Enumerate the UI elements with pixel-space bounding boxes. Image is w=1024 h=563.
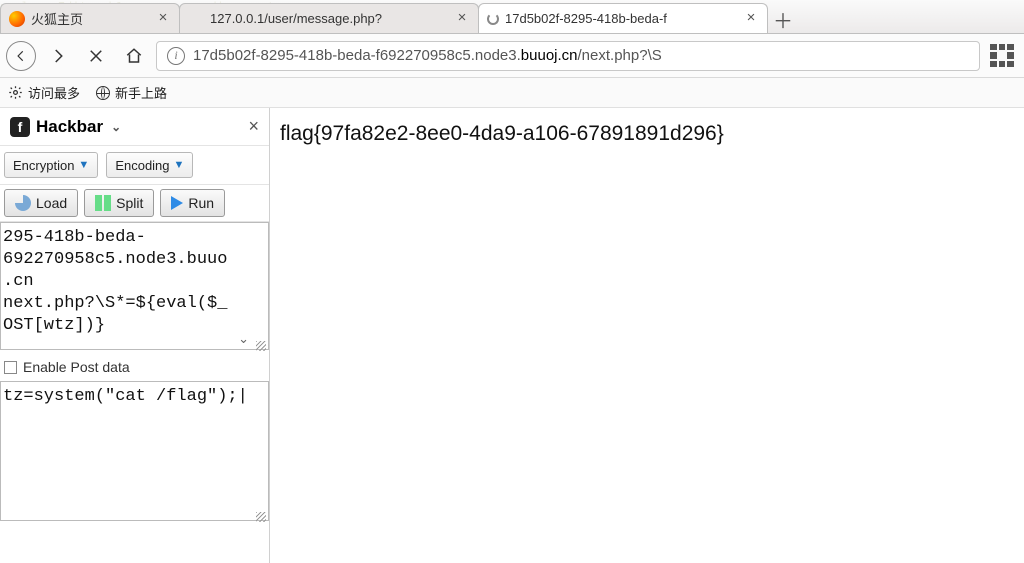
encryption-label: Encryption [13,158,74,173]
hackbar-panel: f Hackbar ⌄ × Encryption ▼ Encoding ▼ Lo… [0,108,270,563]
bookmark-most-visited[interactable]: 访问最多 [8,83,80,102]
close-icon[interactable]: × [743,11,759,27]
enable-post-label: Enable Post data [23,359,130,375]
site-info-icon[interactable]: i [167,47,185,65]
url-suffix: /next.php?\S [578,47,662,64]
url-textarea[interactable] [0,222,269,350]
nav-toolbar: i 17d5b02f-8295-418b-beda-f692270958c5.n… [0,34,1024,78]
run-button[interactable]: Run [160,189,225,217]
tab-title: 17d5b02f-8295-418b-beda-f [505,11,737,26]
encryption-dropdown[interactable]: Encryption ▼ [4,152,98,178]
hackbar-action-row: Load Split Run [0,185,269,222]
main-area: f Hackbar ⌄ × Encryption ▼ Encoding ▼ Lo… [0,108,1024,563]
stop-button[interactable] [80,40,112,72]
bookmark-label: 访问最多 [28,83,80,102]
url-textarea-wrap: ⌄ [0,222,269,353]
post-data-textarea[interactable] [0,381,269,521]
tab-title: 127.0.0.1/user/message.php? [210,11,448,26]
encoding-dropdown[interactable]: Encoding ▼ [106,152,193,178]
new-tab-button[interactable]: ＋ [767,5,799,33]
chevron-down-icon[interactable]: ⌄ [238,331,249,347]
run-label: Run [188,195,214,211]
tab-strip: nsole Edit h1 × div const HTML CSS • hea… [0,0,1024,34]
page-content: flag{97fa82e2-8ee0-4da9-a106-67891891d29… [270,108,1024,563]
play-icon [171,196,183,210]
url-prefix: 17d5b02f-8295-418b-beda-f692270958c5.nod… [193,47,521,64]
home-button[interactable] [118,40,150,72]
qr-code-button[interactable] [986,40,1018,72]
split-label: Split [116,195,143,211]
globe-icon [96,86,110,100]
tab-firefox-home[interactable]: 火狐主页 × [0,3,180,33]
chevron-down-icon: ⌄ [111,120,121,134]
tab-title: 火狐主页 [31,9,149,28]
back-button[interactable] [6,41,36,71]
address-bar[interactable]: i 17d5b02f-8295-418b-beda-f692270958c5.n… [156,41,980,71]
enable-post-toggle[interactable]: Enable Post data [0,353,269,381]
encoding-label: Encoding [115,158,169,173]
qr-icon [990,44,1014,68]
url-host: buuoj.cn [521,47,578,64]
split-icon [95,195,111,211]
bookmark-label: 新手上路 [115,83,167,102]
bookmark-getting-started[interactable]: 新手上路 [96,83,167,102]
resize-grip-icon[interactable] [256,341,266,351]
loading-icon [487,13,499,25]
split-button[interactable]: Split [84,189,154,217]
load-button[interactable]: Load [4,189,78,217]
close-icon[interactable]: × [155,11,171,27]
flag-text: flag{97fa82e2-8ee0-4da9-a106-67891891d29… [280,122,724,145]
url-text: 17d5b02f-8295-418b-beda-f692270958c5.nod… [193,47,969,64]
close-icon[interactable]: × [454,11,470,27]
checkbox-icon[interactable] [4,361,17,374]
post-textarea-wrap [0,381,269,524]
hackbar-header: f Hackbar ⌄ × [0,108,269,146]
triangle-down-icon: ▼ [174,159,185,171]
triangle-down-icon: ▼ [78,159,89,171]
hackbar-title-text: Hackbar [36,117,103,137]
blank-favicon-icon [188,11,204,27]
hackbar-title[interactable]: f Hackbar ⌄ [10,117,121,137]
hackbar-logo-icon: f [10,117,30,137]
firefox-icon [9,11,25,27]
tab-challenge[interactable]: 17d5b02f-8295-418b-beda-f × [478,3,768,33]
gear-icon [8,85,23,100]
load-label: Load [36,195,67,211]
resize-grip-icon[interactable] [256,512,266,522]
load-icon [15,195,31,211]
close-icon[interactable]: × [248,116,259,137]
bookmarks-toolbar: 访问最多 新手上路 [0,78,1024,108]
forward-button[interactable] [42,40,74,72]
tab-localhost[interactable]: 127.0.0.1/user/message.php? × [179,3,479,33]
hackbar-encoding-row: Encryption ▼ Encoding ▼ [0,146,269,185]
